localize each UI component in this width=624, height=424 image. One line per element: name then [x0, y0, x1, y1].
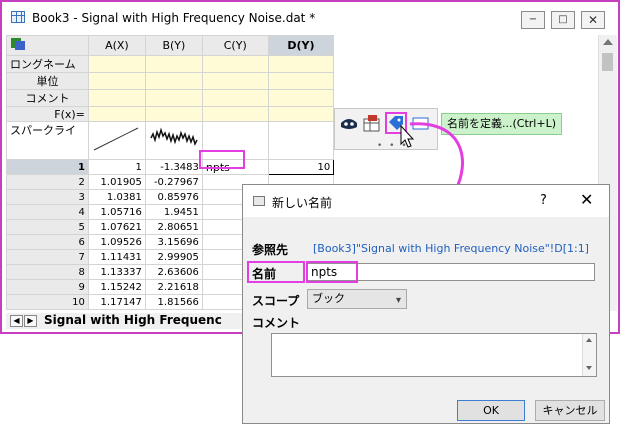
comment-scroll-up-icon[interactable]	[586, 338, 592, 342]
name-input-highlight	[306, 261, 358, 283]
comment-scroll-down-icon[interactable]	[586, 366, 592, 370]
scope-select[interactable]: ブック ▾	[307, 289, 407, 309]
cancel-button[interactable]: キャンセル	[535, 400, 605, 421]
ok-button[interactable]: OK	[457, 400, 525, 421]
scope-value: ブック	[312, 292, 345, 305]
help-button[interactable]: ?	[540, 193, 547, 208]
scope-label: スコープ	[252, 294, 300, 308]
mouse-cursor-icon	[400, 124, 415, 148]
comment-label: コメント	[252, 316, 301, 330]
dialog-title: 新しい名前	[272, 196, 333, 210]
reference-value: [Book3]"Signal with High Frequency Noise…	[313, 242, 589, 255]
dialog-titlebar[interactable]: 新しい名前 ? ✕	[243, 185, 609, 217]
comment-scrollbar[interactable]	[582, 334, 596, 376]
new-name-dialog: 新しい名前 ? ✕ 参照先 [Book3]"Signal with High F…	[242, 184, 610, 424]
comment-textarea[interactable]	[271, 333, 597, 377]
name-label-highlight	[247, 261, 305, 283]
dialog-close-button[interactable]: ✕	[580, 190, 593, 209]
reference-label: 参照先	[252, 243, 289, 257]
dialog-window-icon	[253, 196, 265, 206]
chevron-down-icon: ▾	[395, 295, 401, 306]
